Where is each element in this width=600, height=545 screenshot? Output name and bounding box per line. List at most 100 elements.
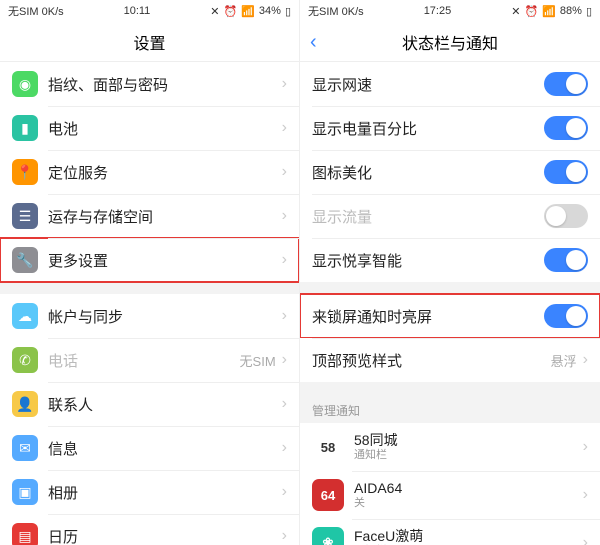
- row-label: 运存与存储空间: [48, 206, 282, 227]
- toggle-switch[interactable]: [544, 248, 588, 272]
- toggle-switch[interactable]: [544, 160, 588, 184]
- chevron-right-icon: ›: [583, 486, 588, 504]
- row-label: 定位服务: [48, 162, 282, 183]
- settings-row[interactable]: 🔧 更多设置›: [0, 238, 299, 282]
- notification-list[interactable]: 显示网速显示电量百分比图标美化显示流量显示悦享智能来锁屏通知时亮屏顶部预览样式悬…: [300, 62, 600, 545]
- battery-percent: 34%: [259, 5, 281, 17]
- chevron-right-icon: ›: [282, 527, 287, 545]
- settings-list[interactable]: ◉指纹、面部与密码›▮电池›📍定位服务›☰运存与存储空间›🔧更多设置›☁帐户与同…: [0, 62, 299, 545]
- alarm-icon: ⏰: [525, 5, 539, 18]
- back-button[interactable]: ‹: [310, 32, 317, 52]
- chevron-right-icon: ›: [282, 351, 287, 369]
- status-bar: 无SIM 0K/s 10:11 ✕ ⏰ 📶 34% ▯: [0, 0, 299, 22]
- navbar: 设置: [0, 22, 299, 62]
- chevron-right-icon: ›: [583, 438, 588, 456]
- row-label: 显示悦享智能: [312, 250, 544, 271]
- message-icon: ✉: [12, 435, 38, 461]
- notification-settings-screen: 无SIM 0K/s 17:25 ✕ ⏰ 📶 88% ▯ ‹ 状态栏与通知 显示网…: [300, 0, 600, 545]
- row-label: 显示电量百分比: [312, 118, 544, 139]
- chevron-right-icon: ›: [282, 251, 287, 269]
- toggle-row[interactable]: 显示电量百分比: [300, 106, 600, 150]
- settings-row[interactable]: ☁ 帐户与同步›: [0, 294, 299, 338]
- app-icon: ❀: [312, 527, 344, 545]
- app-name: 58同城: [354, 432, 583, 449]
- chevron-right-icon: ›: [282, 163, 287, 181]
- settings-row[interactable]: ◉ 指纹、面部与密码›: [0, 62, 299, 106]
- chevron-right-icon: ›: [583, 534, 588, 545]
- app-subtitle: 通知栏: [354, 449, 583, 462]
- app-icon: 58: [312, 431, 344, 463]
- chevron-right-icon: ›: [282, 483, 287, 501]
- sim-status: 无SIM 0K/s: [308, 3, 364, 19]
- wifi-icon: 📶: [542, 5, 556, 18]
- fingerprint-icon: ◉: [12, 71, 38, 97]
- app-name: FaceU激萌: [354, 528, 583, 545]
- app-subtitle: 关: [354, 497, 583, 510]
- chevron-right-icon: ›: [282, 207, 287, 225]
- chevron-right-icon: ›: [282, 75, 287, 93]
- battery-icon: ▯: [586, 5, 592, 18]
- toggle-row[interactable]: 显示悦享智能: [300, 238, 600, 282]
- settings-row[interactable]: ☰ 运存与存储空间›: [0, 194, 299, 238]
- settings-row[interactable]: ▣ 相册›: [0, 470, 299, 514]
- toggle-switch[interactable]: [544, 72, 588, 96]
- gallery-icon: ▣: [12, 479, 38, 505]
- navbar: ‹ 状态栏与通知: [300, 22, 600, 62]
- toggle-row[interactable]: 顶部预览样式悬浮›: [300, 338, 600, 382]
- row-label: 联系人: [48, 394, 282, 415]
- app-row[interactable]: 58 58同城通知栏›: [300, 423, 600, 471]
- toggle-row[interactable]: 来锁屏通知时亮屏: [300, 294, 600, 338]
- chevron-right-icon: ›: [583, 351, 588, 369]
- row-label: 相册: [48, 482, 282, 503]
- toggle-switch[interactable]: [544, 304, 588, 328]
- storage-icon: ☰: [12, 203, 38, 229]
- phone-icon: ✆: [12, 347, 38, 373]
- app-row[interactable]: ❀FaceU激萌通知栏›: [300, 519, 600, 545]
- row-label: 帐户与同步: [48, 306, 282, 327]
- toggle-row[interactable]: 图标美化: [300, 150, 600, 194]
- chevron-right-icon: ›: [282, 439, 287, 457]
- wifi-icon: 📶: [241, 5, 255, 18]
- cloud-icon: ☁: [12, 303, 38, 329]
- section-header: 管理通知: [300, 394, 600, 423]
- row-value: 无SIM: [240, 351, 276, 370]
- settings-screen: 无SIM 0K/s 10:11 ✕ ⏰ 📶 34% ▯ 设置 ◉ 指纹、面部与密码…: [0, 0, 300, 545]
- wrench-icon: 🔧: [12, 247, 38, 273]
- alarm-icon: ⏰: [224, 5, 238, 18]
- page-title: 状态栏与通知: [402, 30, 498, 54]
- location-icon: 📍: [12, 159, 38, 185]
- toggle-switch[interactable]: [544, 116, 588, 140]
- settings-row[interactable]: ▤日历›: [0, 514, 299, 545]
- clock: 10:11: [124, 5, 151, 17]
- row-label: 顶部预览样式: [312, 350, 551, 371]
- battery-icon: ▯: [285, 5, 291, 18]
- sim-status: 无SIM 0K/s: [8, 3, 64, 19]
- battery-percent: 88%: [560, 5, 582, 17]
- chevron-right-icon: ›: [282, 119, 287, 137]
- row-label: 更多设置: [48, 250, 282, 271]
- dnd-icon: ✕: [511, 5, 520, 18]
- chevron-right-icon: ›: [282, 307, 287, 325]
- toggle-switch[interactable]: [544, 204, 588, 228]
- battery-icon: ▮: [12, 115, 38, 141]
- row-label: 信息: [48, 438, 282, 459]
- app-row[interactable]: 64AIDA64关›: [300, 471, 600, 519]
- row-label: 来锁屏通知时亮屏: [312, 306, 544, 327]
- calendar-icon: ▤: [12, 523, 38, 545]
- row-label: 显示流量: [312, 206, 544, 227]
- dnd-icon: ✕: [210, 5, 219, 18]
- row-label: 电话: [48, 350, 240, 371]
- settings-row[interactable]: ✉ 信息›: [0, 426, 299, 470]
- settings-row[interactable]: 📍 定位服务›: [0, 150, 299, 194]
- toggle-row[interactable]: 显示流量: [300, 194, 600, 238]
- toggle-row[interactable]: 显示网速: [300, 62, 600, 106]
- row-label: 指纹、面部与密码: [48, 74, 282, 95]
- chevron-right-icon: ›: [282, 395, 287, 413]
- settings-row[interactable]: 👤联系人›: [0, 382, 299, 426]
- row-label: 图标美化: [312, 162, 544, 183]
- settings-row[interactable]: ✆ 电话无SIM ›: [0, 338, 299, 382]
- settings-row[interactable]: ▮电池›: [0, 106, 299, 150]
- clock: 17:25: [424, 5, 452, 17]
- app-name: AIDA64: [354, 480, 583, 497]
- page-title: 设置: [133, 30, 165, 54]
